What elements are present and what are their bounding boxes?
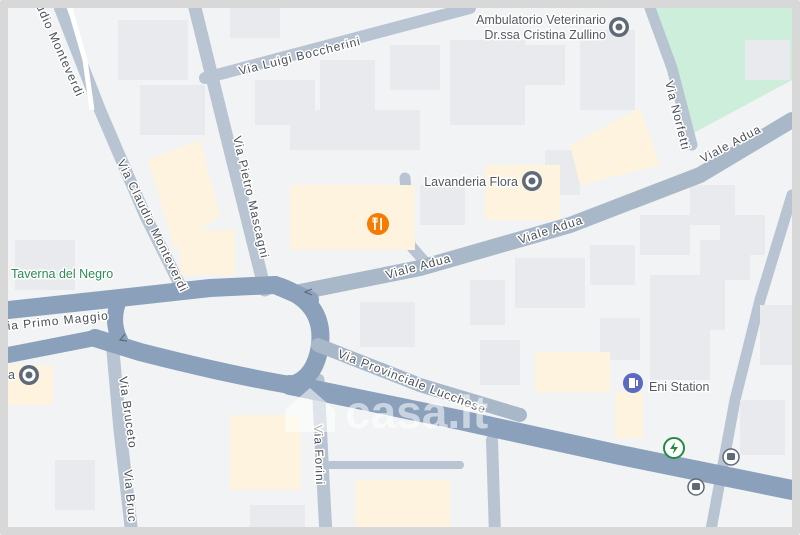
watermark-text: casa.it <box>345 386 488 438</box>
building <box>590 245 635 285</box>
pin-icon <box>522 171 542 191</box>
building <box>390 45 440 90</box>
restaurant-icon <box>367 213 389 235</box>
building <box>320 60 375 110</box>
road-loop-inner <box>107 290 128 348</box>
street-label: Via Forini <box>311 425 327 486</box>
poi-label: Dr.ssa Cristina Zullino <box>484 28 606 42</box>
building <box>745 40 790 80</box>
poi-label: a <box>8 368 15 382</box>
poi-label: Taverna del Negro <box>11 267 113 281</box>
building <box>640 215 690 255</box>
building <box>450 40 525 125</box>
building <box>55 460 95 510</box>
building <box>740 400 785 455</box>
road-lower-middle <box>486 434 501 527</box>
building <box>15 240 75 290</box>
building <box>180 230 235 275</box>
building <box>535 352 610 392</box>
building <box>355 480 450 527</box>
bus-stop-marker[interactable] <box>687 478 705 496</box>
poi-label: Eni Station <box>649 380 710 394</box>
building <box>140 85 205 135</box>
poi-label: Ambulatorio Veterinario <box>476 13 606 27</box>
poi-restaurant[interactable] <box>367 213 389 235</box>
building <box>420 185 465 225</box>
poi-label: Lavanderia Flora <box>424 175 518 189</box>
building <box>480 340 520 385</box>
building <box>485 165 560 220</box>
road-via-provinciale-lucchese <box>8 330 103 363</box>
building <box>290 110 420 150</box>
building <box>520 45 565 85</box>
building <box>470 280 505 325</box>
building <box>290 185 415 250</box>
building <box>580 30 635 110</box>
poi-taverna[interactable]: Taverna del Negro <box>10 266 115 283</box>
building <box>700 240 750 280</box>
bus-stop-marker[interactable] <box>722 448 740 466</box>
ev-charging-marker[interactable] <box>663 437 685 459</box>
building <box>760 305 792 365</box>
building <box>570 108 660 185</box>
fuel-icon <box>623 373 643 393</box>
watermark: casa.it <box>285 386 488 438</box>
building <box>650 330 710 380</box>
map-canvas[interactable]: Via Luigi Boccherini Via Pietro Mascagni… <box>0 0 800 535</box>
pin-icon <box>19 365 39 385</box>
map-frame: Via Luigi Boccherini Via Pietro Mascagni… <box>0 0 800 535</box>
building <box>515 258 585 308</box>
pin-icon <box>609 17 629 37</box>
building <box>615 392 643 438</box>
building <box>650 275 725 330</box>
building <box>118 20 188 80</box>
building <box>360 302 415 347</box>
building <box>230 8 280 38</box>
building <box>250 505 305 527</box>
